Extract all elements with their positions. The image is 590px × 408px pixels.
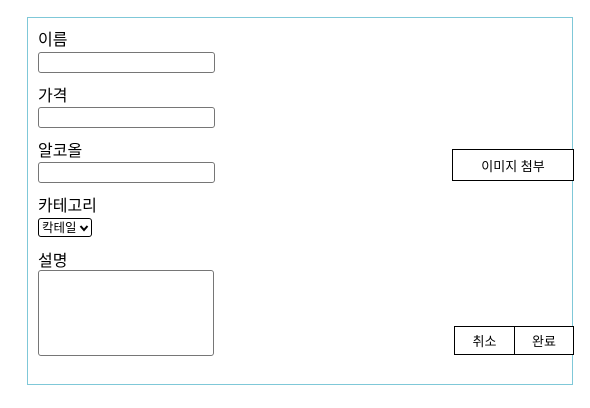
alcohol-label: 알코올	[38, 141, 83, 160]
description-label: 설명	[38, 251, 68, 270]
category-label: 카테고리	[38, 196, 97, 215]
chevron-down-icon	[79, 224, 88, 232]
price-label: 가격	[38, 86, 68, 105]
name-label: 이름	[38, 30, 68, 49]
cancel-button[interactable]: 취소	[454, 326, 515, 355]
attach-image-button[interactable]: 이미지 첨부	[452, 149, 574, 181]
category-select[interactable]: 칵테일	[38, 218, 92, 237]
price-input[interactable]	[38, 107, 215, 128]
name-input[interactable]	[38, 52, 215, 73]
category-selected-value: 칵테일	[42, 220, 77, 235]
done-button[interactable]: 완료	[514, 326, 574, 355]
alcohol-input[interactable]	[38, 162, 215, 183]
description-textarea[interactable]	[38, 270, 214, 356]
